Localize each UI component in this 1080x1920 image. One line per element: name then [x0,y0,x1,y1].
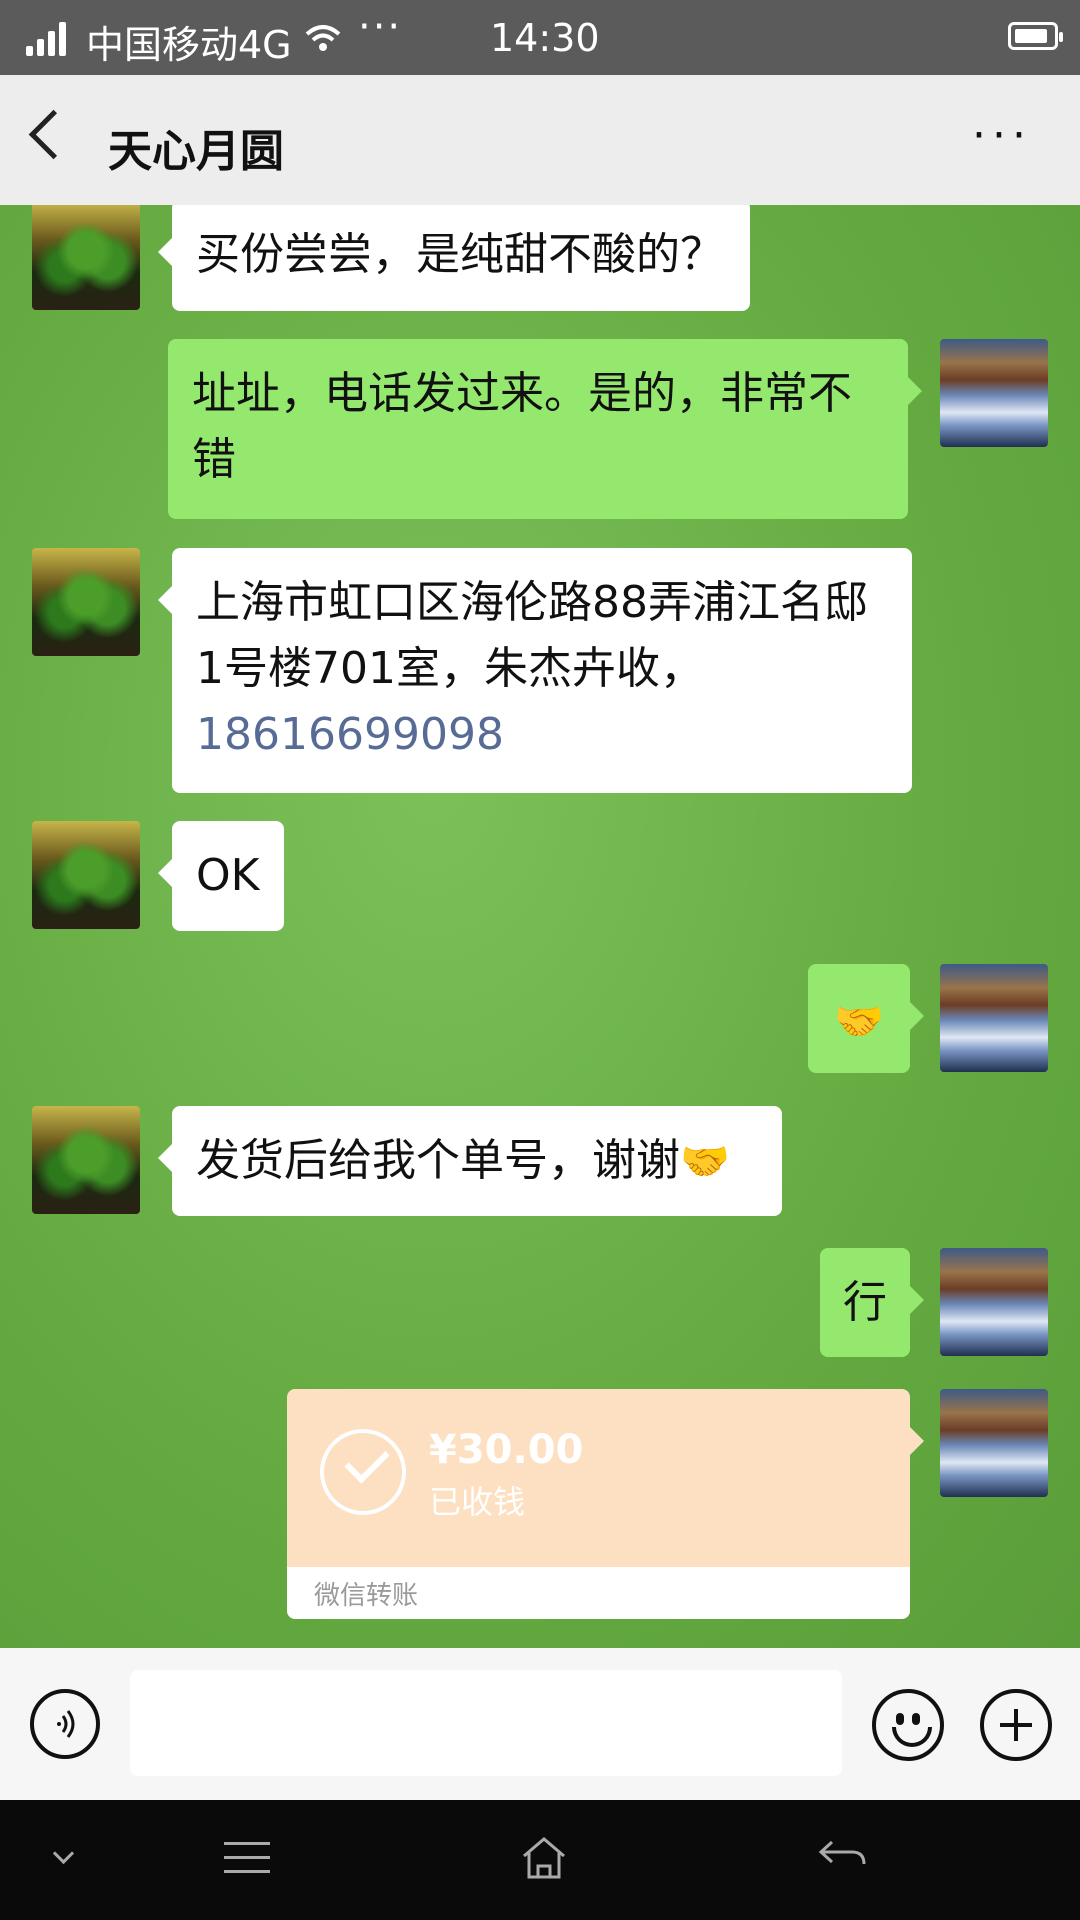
my-avatar[interactable] [940,964,1048,1072]
message-text: 行 [843,1277,887,1328]
message-text: 址址，电话发过来。是的，非常不错 [192,368,852,485]
transfer-card-footer: 微信转账 [287,1567,910,1619]
carrier-label: 中国移动4G [86,23,292,67]
battery-icon [1008,22,1063,50]
emoji-icon[interactable] [872,1689,944,1761]
incoming-message-bubble[interactable]: OK [158,821,284,931]
home-icon[interactable] [520,1836,568,1880]
system-navigation-bar [0,1800,1080,1920]
plus-icon[interactable] [980,1689,1052,1761]
clock: 14:30 [490,16,600,60]
chat-title: 天心月圆 [108,126,284,177]
transfer-source-label: 微信转账 [314,1581,419,1611]
outgoing-message-bubble[interactable]: 址址，电话发过来。是的，非常不错 [168,339,922,519]
incoming-message-bubble[interactable]: 买份尝尝，是纯甜不酸的？ [158,205,750,311]
chevron-down-icon[interactable] [52,1842,75,1865]
chat-header: 天心月圆 ··· [0,75,1080,205]
menu-icon[interactable] [224,1842,270,1884]
checkmark-icon [320,1429,406,1515]
transfer-card-body: ¥30.00 已收钱 [287,1389,910,1567]
transfer-amount: ¥30.00 [429,1427,584,1473]
back-icon[interactable] [818,1840,868,1870]
more-options-button[interactable]: ··· [972,110,1032,161]
my-avatar[interactable] [940,1248,1048,1356]
contact-avatar[interactable] [32,205,140,310]
transfer-status: 已收钱 [429,1483,526,1521]
message-text: 买份尝尝，是纯甜不酸的？ [196,229,724,280]
message-input-bar [0,1648,1080,1800]
contact-avatar[interactable] [32,548,140,656]
signal-icon [26,18,76,56]
status-bar: 中国移动4G ··· 14:30 [0,0,1080,75]
back-arrow-icon[interactable] [28,109,79,160]
my-avatar[interactable] [940,1389,1048,1497]
message-input[interactable] [130,1670,842,1776]
voice-icon[interactable] [30,1689,100,1759]
message-text: OK [196,850,260,901]
wifi-icon [305,25,341,51]
handshake-emoji: 🤝 [834,999,884,1045]
phone-number-link[interactable]: 18616699098 [196,709,504,760]
message-text: 上海市虹口区海伦路88弄浦江名邸1号楼701室，朱杰卉收， [196,577,868,694]
incoming-message-bubble[interactable]: 发货后给我个单号，谢谢🤝 [158,1106,782,1216]
outgoing-message-bubble[interactable]: 行 [820,1248,924,1357]
contact-avatar[interactable] [32,821,140,929]
message-text: 发货后给我个单号，谢谢 [196,1135,680,1186]
chat-area[interactable]: 买份尝尝，是纯甜不酸的？ 址址，电话发过来。是的，非常不错 上海市虹口区海伦路8… [0,205,1080,1648]
my-avatar[interactable] [940,339,1048,447]
incoming-message-bubble[interactable]: 上海市虹口区海伦路88弄浦江名邸1号楼701室，朱杰卉收， 1861669909… [158,548,912,793]
status-more-indicator: ··· [358,4,403,50]
contact-avatar[interactable] [32,1106,140,1214]
wechat-transfer-card[interactable]: ¥30.00 已收钱 微信转账 [287,1389,924,1619]
handshake-emoji: 🤝 [680,1139,730,1185]
outgoing-message-bubble[interactable]: 🤝 [808,964,924,1073]
